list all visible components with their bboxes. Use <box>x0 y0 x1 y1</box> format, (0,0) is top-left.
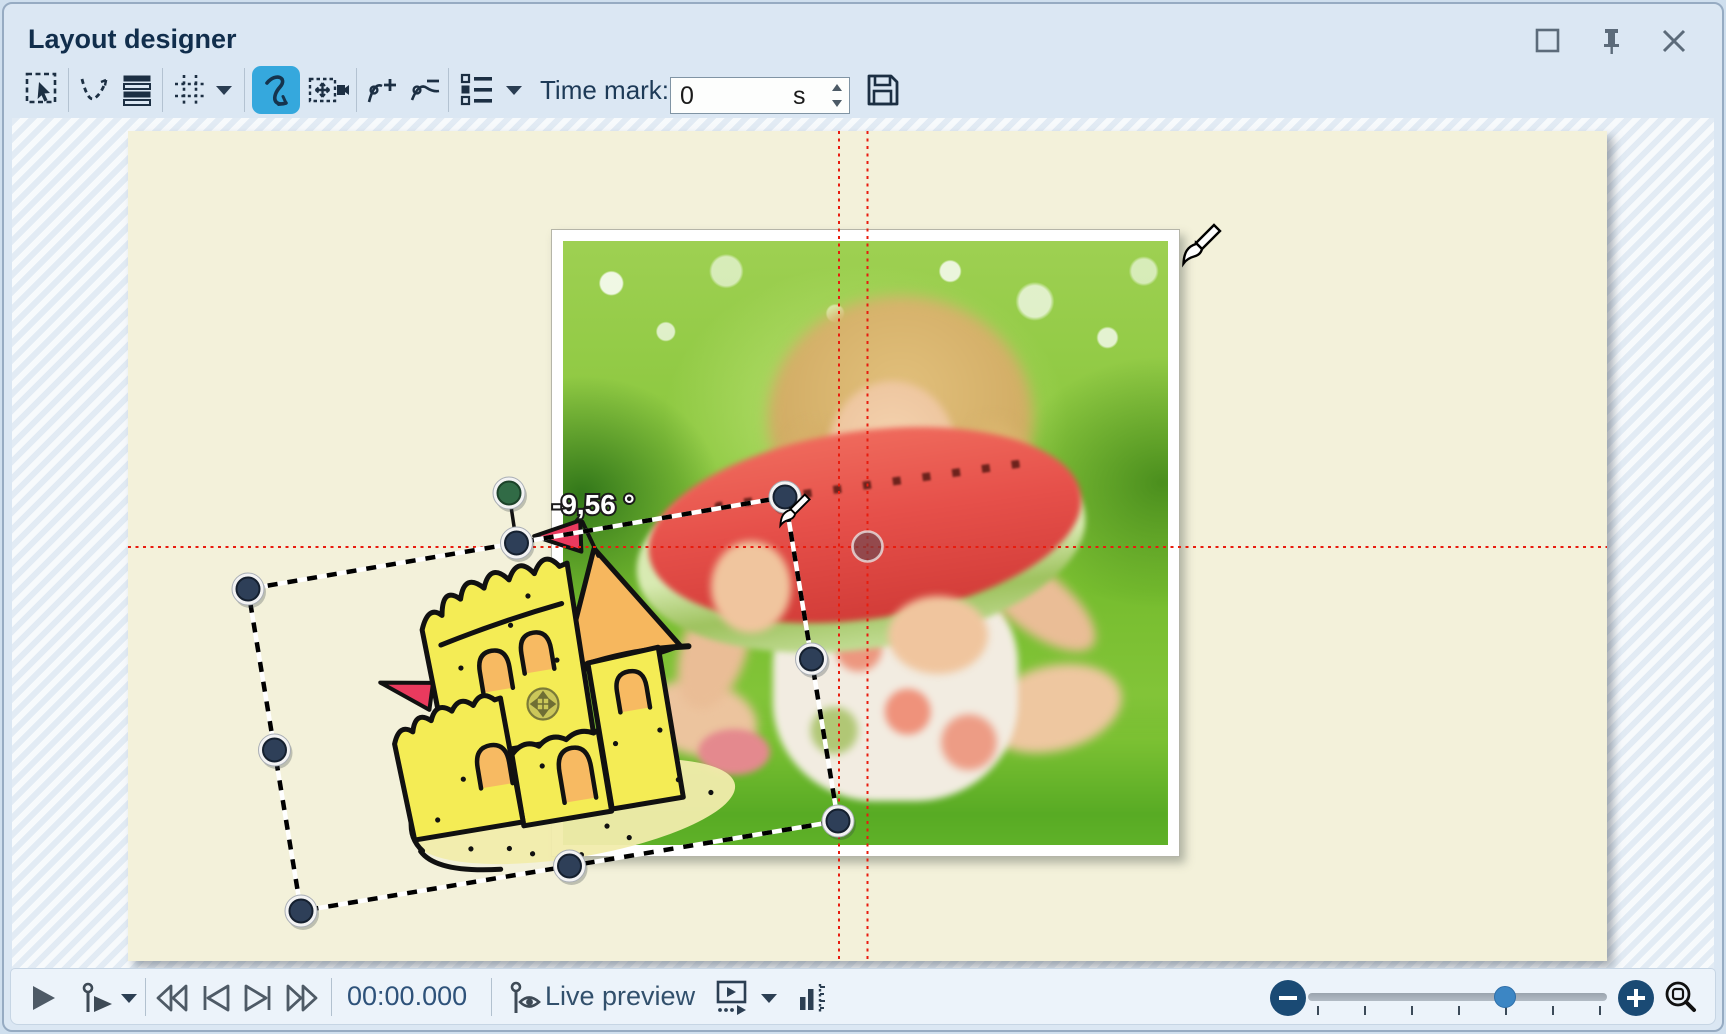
camera-pan-tool-button[interactable] <box>304 66 352 114</box>
chevron-down-icon <box>504 83 524 97</box>
camera-pan-icon <box>307 72 349 108</box>
save-button[interactable] <box>860 66 906 114</box>
toolbar-separator <box>448 68 449 112</box>
chevron-down-icon <box>759 991 779 1005</box>
plus-circle-icon <box>1616 978 1656 1018</box>
hand-left <box>711 541 791 633</box>
time-display: 00:00.000 <box>347 981 459 1012</box>
zoom-fit-button[interactable] <box>1659 976 1703 1020</box>
layers-icon <box>120 72 154 108</box>
next-icon <box>242 983 274 1013</box>
bottombar-separator <box>491 978 492 1016</box>
time-mark-value: 0 <box>680 82 694 111</box>
hand-right <box>888 596 988 674</box>
bottombar-separator <box>331 978 332 1016</box>
bottombar-separator <box>145 978 146 1016</box>
zoom-slider-ticks <box>1317 1006 1601 1016</box>
grid-icon <box>172 72 208 108</box>
time-mark-spinner[interactable] <box>827 79 847 117</box>
motion-path-tool-button[interactable] <box>74 66 116 114</box>
zoom-slider-thumb[interactable] <box>1494 986 1516 1008</box>
save-icon <box>864 71 902 109</box>
sandcastle-object[interactable] <box>325 475 753 899</box>
layout-designer-window: Layout designer <box>2 2 1724 1032</box>
keyframe-list-icon <box>458 71 496 109</box>
zoom-fit-icon <box>1662 979 1700 1017</box>
toolbar-separator <box>68 68 69 112</box>
add-curve-point-icon <box>365 72 401 108</box>
remove-curve-point-icon <box>407 72 443 108</box>
minus-circle-icon <box>1268 978 1308 1018</box>
maximize-button[interactable] <box>1528 24 1568 58</box>
previous-position-button[interactable] <box>197 976 235 1020</box>
record-curve-icon <box>256 70 296 110</box>
record-curve-tool-button[interactable] <box>252 66 300 114</box>
play-from-mark-icon <box>80 981 120 1015</box>
close-button[interactable] <box>1654 24 1694 58</box>
live-preview-label[interactable]: Live preview <box>545 981 695 1012</box>
zoom-out-button[interactable] <box>1268 976 1308 1020</box>
chevron-down-icon <box>214 83 234 97</box>
toolbar-separator <box>162 68 163 112</box>
keyframe-list-button[interactable] <box>454 66 500 114</box>
rewind-icon <box>154 983 190 1013</box>
grid-dropdown[interactable] <box>210 66 238 114</box>
play-button[interactable] <box>23 976 63 1020</box>
next-position-button[interactable] <box>239 976 277 1020</box>
live-preview-toggle[interactable] <box>507 976 543 1020</box>
levels-icon <box>796 981 828 1015</box>
previous-icon <box>200 983 232 1013</box>
preview-window-icon <box>713 980 751 1016</box>
rewind-to-start-button[interactable] <box>153 976 191 1020</box>
pin-icon <box>1598 26 1626 56</box>
maximize-icon <box>1534 27 1562 55</box>
spinner-arrows-icon <box>827 79 847 112</box>
keyframe-list-dropdown[interactable] <box>500 66 528 114</box>
slide-canvas[interactable]: -9,56 ° <box>128 131 1607 961</box>
play-options-dropdown[interactable] <box>115 976 143 1020</box>
chevron-down-icon <box>119 991 139 1005</box>
time-mark-unit: s <box>793 82 806 111</box>
zoom-slider-track[interactable] <box>1308 993 1607 1001</box>
quality-levels-button[interactable] <box>793 976 831 1020</box>
fast-forward-icon <box>284 983 320 1013</box>
select-tool-button[interactable] <box>20 66 66 114</box>
remove-curve-point-button[interactable] <box>404 66 446 114</box>
play-icon <box>28 982 58 1014</box>
window-title: Layout designer <box>28 24 237 55</box>
time-mark-input[interactable]: 0 s <box>670 77 850 114</box>
live-preview-icon <box>508 980 542 1016</box>
toolbar-separator <box>356 68 357 112</box>
motion-path-icon <box>77 72 113 108</box>
select-tool-icon <box>24 71 62 109</box>
grid-tool-button[interactable] <box>168 66 212 114</box>
add-curve-point-button[interactable] <box>362 66 404 114</box>
layers-tool-button[interactable] <box>116 66 158 114</box>
brush-cursor-icon <box>1184 225 1221 264</box>
transport-bar: 00:00.000 Live preview <box>10 968 1716 1025</box>
close-icon <box>1660 27 1688 55</box>
toolbar-separator <box>244 68 245 112</box>
preview-options-dropdown[interactable] <box>755 976 783 1020</box>
titlebar: Layout designer <box>4 4 1722 62</box>
preview-in-window-button[interactable] <box>711 976 753 1020</box>
time-mark-label: Time mark: <box>540 66 669 114</box>
forward-to-end-button[interactable] <box>283 976 321 1020</box>
pin-button[interactable] <box>1592 24 1632 58</box>
zoom-in-button[interactable] <box>1616 976 1656 1020</box>
